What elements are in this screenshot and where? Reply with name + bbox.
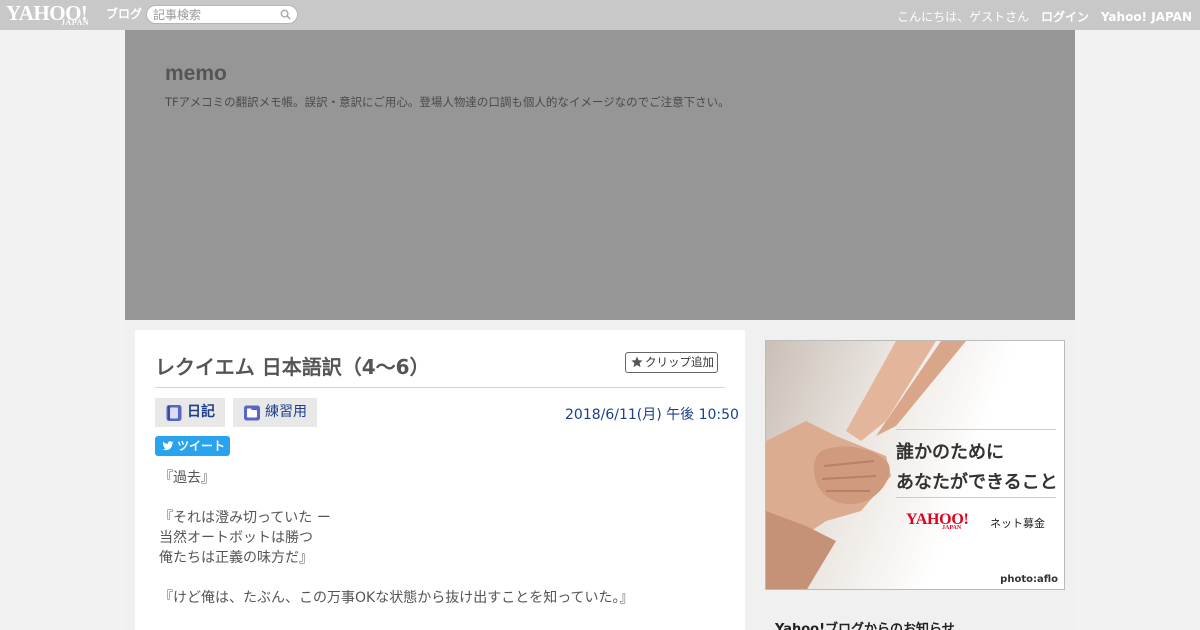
notice-title: Yahoo!ブログからのお知らせ bbox=[775, 622, 955, 630]
folder-icon bbox=[244, 405, 260, 421]
body-line: 当然オートボットは勝つ bbox=[159, 530, 313, 546]
blog-title[interactable]: memo bbox=[165, 62, 227, 86]
content-wrapper: レクイエム 日本語訳（4～6） クリップ追加 日記 練習用 2018/6/11(… bbox=[125, 320, 1075, 630]
logo-blog-text: ブログ bbox=[106, 7, 143, 21]
body-line: 『けど俺は、たぶん、この万事OKな状態から抜け出すことを知っていた。』 bbox=[159, 590, 634, 606]
top-nav: こんにちは、ゲストさん ログイン Yahoo! JAPAN bbox=[889, 8, 1192, 25]
greeting-text: こんにちは、ゲストさん bbox=[897, 10, 1030, 24]
donation-ad-banner[interactable]: 誰かのために あなたができること YAHOO! JAPAN ネット募金 phot… bbox=[765, 340, 1065, 590]
blog-description: TFアメコミの翻訳メモ帳。誤訳・意訳にご用心。登場人物達の口調も個人的なイメージ… bbox=[165, 95, 730, 109]
ad-donation-label: ネット募金 bbox=[990, 517, 1045, 530]
body-line: 俺たちは正義の味方だ』 bbox=[159, 550, 313, 566]
clasped-hands-image bbox=[766, 341, 966, 589]
body-line: 『それは澄み切っていた ー bbox=[159, 510, 331, 526]
yahoo-japan-link[interactable]: Yahoo! JAPAN bbox=[1101, 10, 1192, 24]
ad-divider bbox=[896, 497, 1056, 498]
clip-add-button[interactable]: クリップ追加 bbox=[625, 352, 718, 373]
clip-add-label: クリップ追加 bbox=[645, 355, 714, 369]
search-box bbox=[146, 5, 298, 24]
search-icon[interactable] bbox=[280, 9, 291, 20]
ad-divider bbox=[896, 429, 1056, 430]
ad-headline-2: あなたができること bbox=[896, 472, 1058, 493]
tweet-button[interactable]: ツイート bbox=[155, 436, 230, 456]
ad-headline-1: 誰かのために bbox=[896, 442, 1004, 463]
post-date[interactable]: 2018/6/11(月) 午後 10:50 bbox=[565, 404, 739, 424]
category-diary-label: 日記 bbox=[187, 404, 215, 420]
article: レクイエム 日本語訳（4～6） クリップ追加 日記 練習用 2018/6/11(… bbox=[135, 330, 745, 630]
blog-header-banner: memo TFアメコミの翻訳メモ帳。誤訳・意訳にご用心。登場人物達の口調も個人的… bbox=[125, 30, 1075, 320]
login-link[interactable]: ログイン bbox=[1041, 10, 1089, 24]
book-icon bbox=[166, 405, 182, 421]
category-folder-button[interactable]: 練習用 bbox=[233, 398, 317, 427]
body-line: 『過去』 bbox=[159, 470, 215, 486]
ad-photo-credit: photo:aflo bbox=[1000, 574, 1058, 585]
title-divider bbox=[155, 387, 725, 388]
star-icon bbox=[631, 356, 643, 368]
search-input[interactable] bbox=[153, 8, 277, 22]
category-folder-label: 練習用 bbox=[265, 404, 307, 420]
logo-sub-text: JAPAN bbox=[61, 18, 90, 27]
notice-section: Yahoo!ブログからのお知らせ bbox=[765, 600, 1065, 630]
twitter-bird-icon bbox=[162, 441, 174, 451]
article-title: レクイエム 日本語訳（4～6） bbox=[155, 355, 430, 379]
top-bar: YAHOO! JAPAN ブログ こんにちは、ゲストさん ログイン Yahoo!… bbox=[0, 0, 1200, 30]
ad-yahoo-logo-sub: JAPAN bbox=[942, 525, 962, 531]
tweet-label: ツイート bbox=[177, 439, 226, 453]
category-diary-button[interactable]: 日記 bbox=[155, 398, 225, 427]
